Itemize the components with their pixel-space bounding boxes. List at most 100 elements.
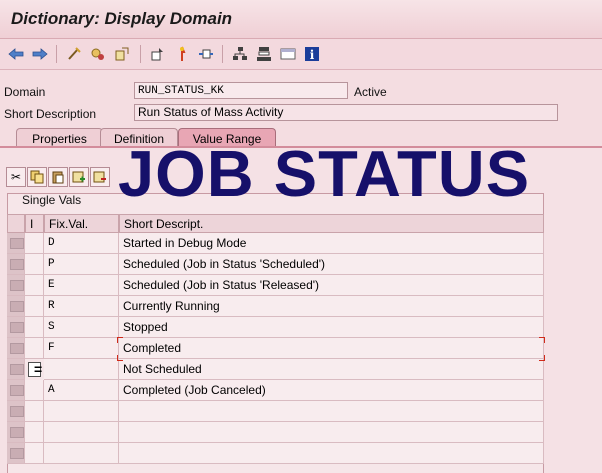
fixval-cell[interactable]: E	[44, 275, 119, 296]
domain-status: Active	[354, 85, 387, 99]
indicator-cell[interactable]	[25, 233, 44, 254]
column-header-fixval[interactable]: Fix.Val.	[44, 214, 119, 233]
tab-label: Properties	[32, 132, 87, 146]
row-selector[interactable]	[7, 275, 25, 296]
column-label: I	[30, 217, 34, 231]
focus-corner-mark	[539, 337, 545, 343]
info-icon[interactable]: i	[302, 44, 322, 64]
application-toolbar: i	[0, 39, 602, 70]
row-selector[interactable]	[7, 422, 25, 443]
row-selector-box	[10, 364, 24, 375]
indicator-cell[interactable]	[25, 422, 44, 443]
fixval-cell[interactable]: R	[44, 296, 119, 317]
fixval-cell[interactable]	[44, 422, 119, 443]
row-selector-box	[10, 238, 24, 249]
domain-value: RUN_STATUS_KK	[138, 85, 224, 97]
row-selector[interactable]	[7, 233, 25, 254]
table-row[interactable]: E Scheduled (Job in Status 'Released')	[7, 275, 544, 296]
fixval-cell[interactable]	[44, 443, 119, 464]
fixval-cell[interactable]: F	[44, 338, 119, 359]
insert-row-icon[interactable]	[69, 167, 89, 187]
paste-icon[interactable]	[48, 167, 68, 187]
indicator-cell[interactable]	[25, 380, 44, 401]
short-description-cell[interactable]: Completed (Job Canceled)	[119, 380, 544, 401]
tab-properties[interactable]: Properties	[16, 128, 103, 147]
fixval-cell[interactable]: P	[44, 254, 119, 275]
row-selector-box	[10, 427, 24, 438]
fixval-cell[interactable]	[44, 401, 119, 422]
domain-label: Domain	[4, 85, 46, 99]
indicator-cell[interactable]	[25, 254, 44, 275]
table-icon[interactable]	[278, 44, 298, 64]
table-row[interactable]	[7, 443, 544, 464]
table-row[interactable]: S Stopped	[7, 317, 544, 338]
fixval-cell[interactable]	[44, 359, 119, 380]
check-icon[interactable]	[112, 44, 132, 64]
table-row[interactable]: D Started in Debug Mode	[7, 233, 544, 254]
indicator-cell[interactable]	[25, 317, 44, 338]
table-row[interactable]	[7, 401, 544, 422]
row-selector-box	[10, 280, 24, 291]
short-description-cell[interactable]: Stopped	[119, 317, 544, 338]
job-status-overlay: JOB STATUS	[118, 137, 531, 210]
row-selector[interactable]	[7, 443, 25, 464]
short-description-cell[interactable]: Not Scheduled	[119, 359, 544, 380]
table-row[interactable]: R Currently Running	[7, 296, 544, 317]
svg-text:i: i	[310, 48, 315, 62]
title-bar: Dictionary: Display Domain	[0, 0, 602, 39]
equal-indicator[interactable]: =	[28, 362, 42, 377]
short-description-cell[interactable]: Currently Running	[119, 296, 544, 317]
row-selector[interactable]	[7, 401, 25, 422]
row-selector-box	[10, 343, 24, 354]
column-header-short-description[interactable]: Short Descript.	[119, 214, 544, 233]
focus-corner-mark	[117, 337, 123, 343]
object-list-icon[interactable]	[254, 44, 274, 64]
row-selector-box	[10, 301, 24, 312]
short-description-cell[interactable]	[119, 443, 544, 464]
column-label: Short Descript.	[124, 217, 204, 231]
back-arrow-icon[interactable]	[6, 44, 26, 64]
fixval-cell[interactable]: S	[44, 317, 119, 338]
other-object-icon[interactable]	[64, 44, 84, 64]
column-header-indicator[interactable]: I	[25, 214, 44, 233]
navigate-icon[interactable]	[196, 44, 216, 64]
short-description-cell[interactable]: Started in Debug Mode	[119, 233, 544, 254]
indicator-cell[interactable]	[25, 296, 44, 317]
fixval-cell[interactable]: D	[44, 233, 119, 254]
display-change-icon[interactable]	[88, 44, 108, 64]
short-description-cell[interactable]: Completed	[119, 338, 544, 359]
cut-icon[interactable]: ✂	[6, 167, 26, 187]
row-selector[interactable]	[7, 317, 25, 338]
row-selector[interactable]	[7, 380, 25, 401]
row-selector-box	[10, 259, 24, 270]
table-row[interactable]: A Completed (Job Canceled)	[7, 380, 544, 401]
indicator-cell[interactable]	[25, 443, 44, 464]
table-row[interactable]: F Completed	[7, 338, 544, 359]
activate-icon[interactable]	[148, 44, 168, 64]
table-row[interactable]: P Scheduled (Job in Status 'Scheduled')	[7, 254, 544, 275]
row-selector[interactable]	[7, 296, 25, 317]
delete-row-icon[interactable]	[90, 167, 110, 187]
indicator-cell[interactable]	[25, 275, 44, 296]
forward-arrow-icon[interactable]	[30, 44, 50, 64]
short-description-cell[interactable]: Scheduled (Job in Status 'Scheduled')	[119, 254, 544, 275]
toolbar-separator	[56, 45, 57, 63]
table-row[interactable]	[7, 422, 544, 443]
short-description-cell[interactable]	[119, 422, 544, 443]
short-description-label: Short Description	[4, 107, 97, 121]
copy-icon[interactable]	[27, 167, 47, 187]
short-description-cell[interactable]	[119, 401, 544, 422]
short-description-cell[interactable]: Scheduled (Job in Status 'Released')	[119, 275, 544, 296]
short-description-field[interactable]: Run Status of Mass Activity	[134, 104, 558, 121]
hierarchy-icon[interactable]	[230, 44, 250, 64]
fixval-cell[interactable]: A	[44, 380, 119, 401]
indicator-cell[interactable]	[25, 338, 44, 359]
where-used-icon[interactable]	[172, 44, 192, 64]
row-selector[interactable]	[7, 359, 25, 380]
indicator-cell[interactable]	[25, 401, 44, 422]
row-selector[interactable]	[7, 254, 25, 275]
row-selector-header	[7, 214, 25, 233]
row-selector[interactable]	[7, 338, 25, 359]
domain-field[interactable]: RUN_STATUS_KK	[134, 82, 348, 99]
table-row[interactable]: = Not Scheduled	[7, 359, 544, 380]
